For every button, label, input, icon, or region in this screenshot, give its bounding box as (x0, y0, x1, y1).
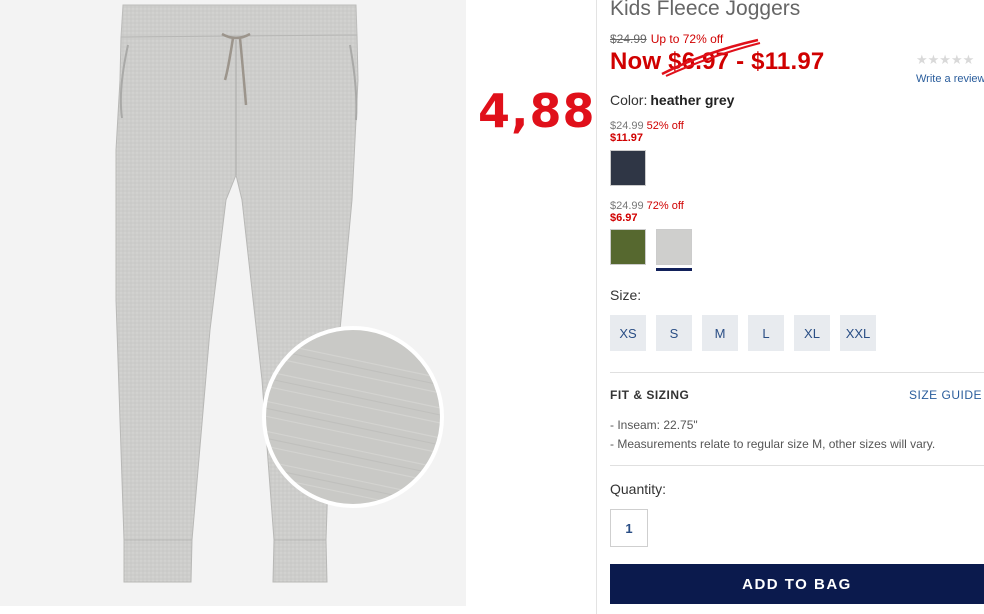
swatch-sale-price: $6.97 (610, 212, 638, 224)
now-price: Now $6.97 - $11.97 (610, 48, 824, 76)
section-divider (610, 465, 984, 466)
now-price-separator: - (736, 48, 745, 75)
now-price-low: $6.97 (668, 48, 730, 75)
joggers-photo (0, 0, 466, 606)
section-divider (610, 372, 984, 373)
quantity-label: Quantity: (610, 481, 667, 497)
size-button-m[interactable]: M (702, 315, 738, 351)
size-button-xl[interactable]: XL (794, 315, 830, 351)
selected-swatch-indicator (656, 268, 692, 271)
size-button-s[interactable]: S (656, 315, 692, 351)
handwritten-price-annotation: 4,88 (478, 84, 596, 138)
swatch-olive[interactable] (610, 229, 646, 265)
size-guide-link[interactable]: SIZE GUIDE (909, 388, 982, 402)
swatch-original-price: $24.99 (610, 200, 644, 212)
swatch-navy-heather[interactable] (610, 150, 646, 186)
size-button-l[interactable]: L (748, 315, 784, 351)
vertical-divider (596, 0, 597, 614)
price-summary: $24.99 Up to 72% off (610, 32, 723, 46)
swatch-original-price: $24.99 (610, 120, 644, 132)
swatch-discount: 72% off (646, 200, 684, 212)
size-button-xxl[interactable]: XXL (840, 315, 876, 351)
color-label: Color: heather grey (610, 92, 734, 108)
write-review-link[interactable]: Write a review (916, 73, 984, 85)
fit-details-list: - Inseam: 22.75" - Measurements relate t… (610, 416, 935, 454)
swatch-discount: 52% off (646, 120, 684, 132)
size-button-xs[interactable]: XS (610, 315, 646, 351)
product-info-panel: Kids Fleece Joggers $24.99 Up to 72% off … (610, 0, 984, 614)
star-rating: ★★★★★ (916, 52, 975, 67)
now-label: Now (610, 48, 662, 75)
product-title: Kids Fleece Joggers (610, 0, 801, 20)
original-price: $24.99 (610, 32, 647, 46)
fit-detail-item: - Inseam: 22.75" (610, 418, 698, 432)
fit-sizing-title: FIT & SIZING (610, 388, 690, 402)
swatch-group-price: $24.99 52% off $11.97 (610, 120, 684, 144)
discount-text: Up to 72% off (650, 32, 724, 46)
color-label-text: Color: (610, 92, 648, 108)
now-price-high: $11.97 (751, 48, 825, 75)
product-image[interactable] (0, 0, 466, 606)
add-to-bag-button[interactable]: ADD TO BAG (610, 564, 984, 604)
size-label: Size: (610, 287, 642, 303)
selected-color-name: heather grey (650, 92, 735, 108)
swatch-group-price: $24.99 72% off $6.97 (610, 200, 684, 224)
swatch-sale-price: $11.97 (610, 132, 644, 144)
quantity-input[interactable] (610, 509, 648, 547)
fit-detail-item: - Measurements relate to regular size M,… (610, 437, 936, 451)
swatch-heather-grey[interactable] (656, 229, 692, 265)
